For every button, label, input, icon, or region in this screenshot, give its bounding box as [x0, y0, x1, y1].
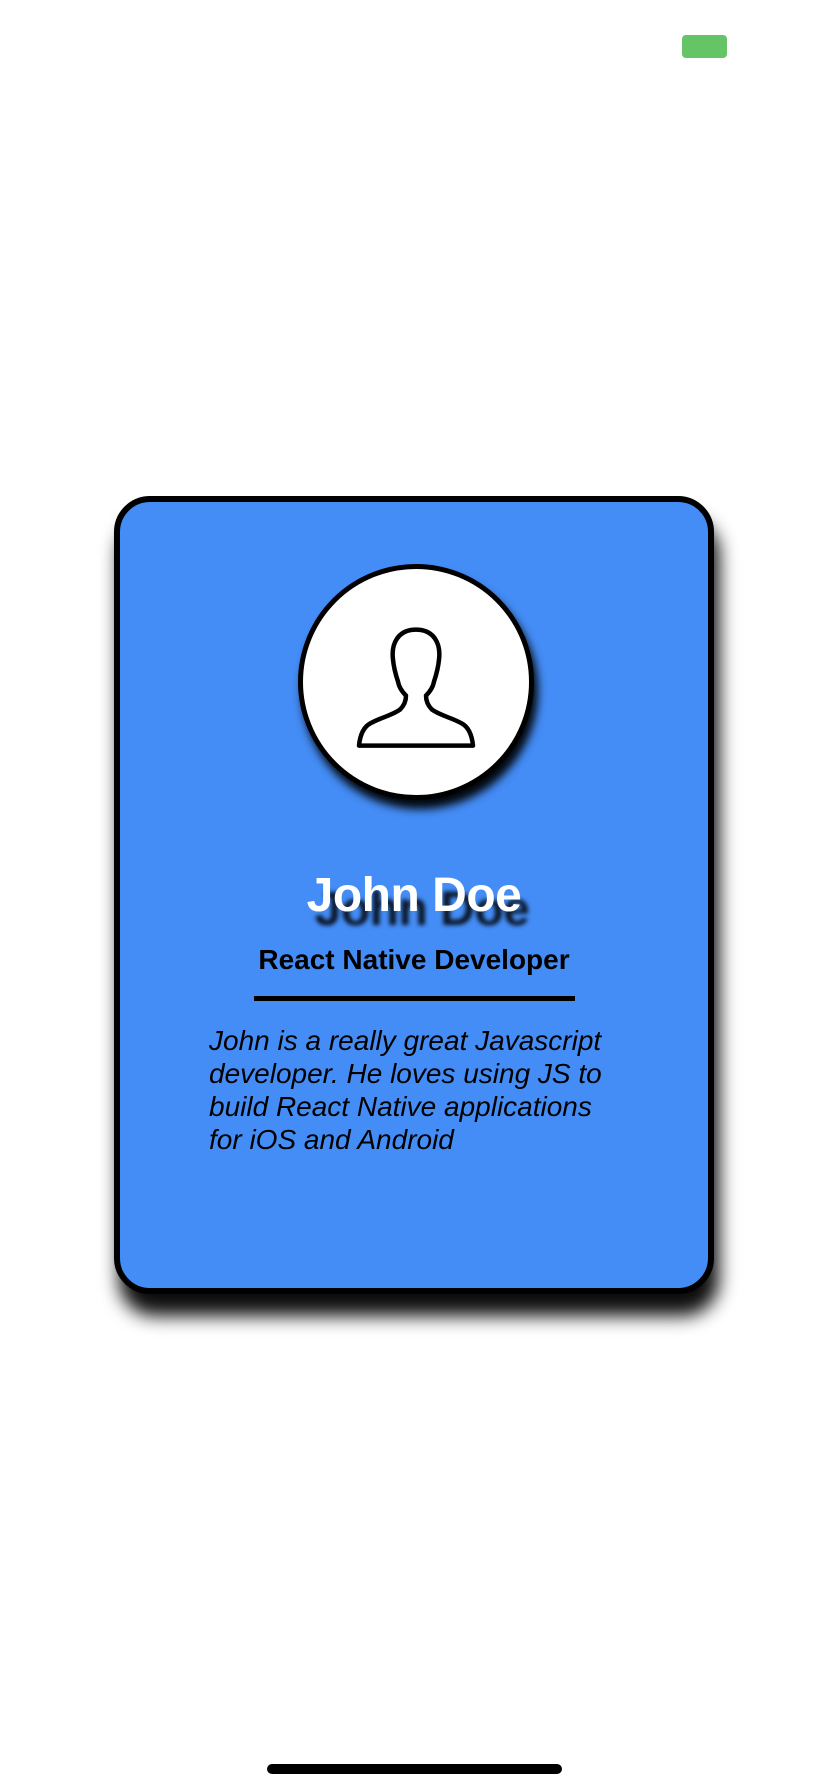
user-silhouette-icon — [356, 627, 476, 748]
divider — [254, 996, 575, 1001]
profile-bio: John is a really great Javascript develo… — [209, 1025, 602, 1155]
profile-card: John Doe React Native Developer John is … — [114, 496, 714, 1294]
profile-name: John Doe — [306, 869, 522, 922]
profile-role: React Native Developer — [258, 944, 570, 975]
battery-indicator — [682, 35, 727, 58]
home-indicator[interactable] — [267, 1764, 562, 1774]
avatar — [298, 564, 534, 800]
